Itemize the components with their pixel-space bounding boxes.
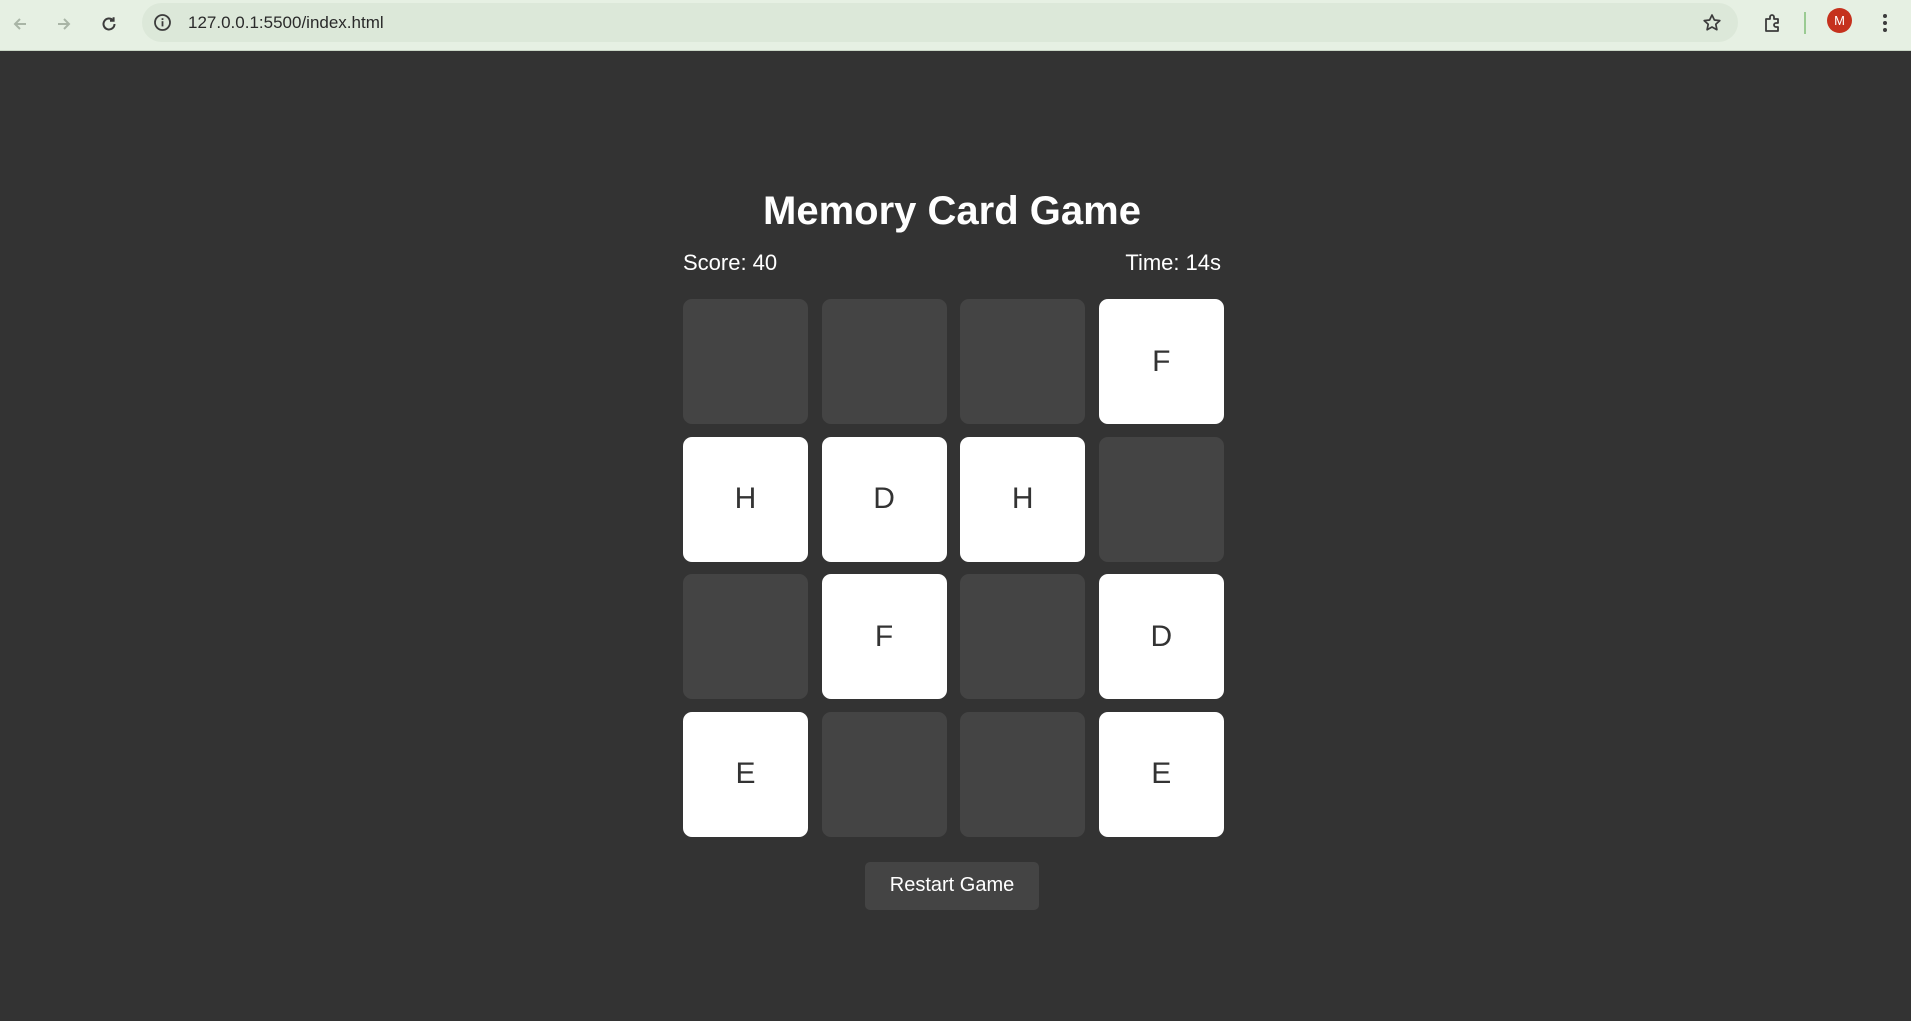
memory-card[interactable]: H <box>683 436 808 562</box>
memory-card[interactable] <box>683 574 808 699</box>
memory-card[interactable] <box>960 574 1086 699</box>
time-display: Time: 14s <box>1125 248 1221 278</box>
extensions-icon[interactable] <box>1758 8 1788 38</box>
memory-card[interactable]: E <box>1098 711 1224 837</box>
address-bar[interactable]: 127.0.0.1:5500/index.html <box>142 3 1738 42</box>
memory-card[interactable] <box>960 711 1086 837</box>
reload-icon <box>102 17 116 31</box>
score-label: Score: <box>683 250 747 275</box>
url-text[interactable]: 127.0.0.1:5500/index.html <box>188 13 384 33</box>
memory-card[interactable]: F <box>1098 299 1224 424</box>
page-title: Memory Card Game <box>763 189 1141 233</box>
site-info-icon[interactable] <box>152 12 173 33</box>
time-label: Time: <box>1125 250 1180 275</box>
memory-card[interactable]: D <box>821 436 947 562</box>
reload-button[interactable] <box>93 8 125 40</box>
score-display: Score: 40 <box>683 248 777 278</box>
arrow-right-icon <box>58 18 71 30</box>
toolbar-divider <box>1804 12 1806 34</box>
memory-card[interactable]: D <box>1098 574 1224 699</box>
page-viewport: Memory Card Game Score: 40 Time: 14s FHD… <box>0 51 1911 1021</box>
bookmark-star-icon[interactable] <box>1700 11 1724 35</box>
memory-card[interactable] <box>821 711 947 837</box>
back-button[interactable] <box>4 8 36 40</box>
card-grid: FHDHFDEE <box>683 299 1224 837</box>
restart-button[interactable]: Restart Game <box>865 861 1039 910</box>
memory-game: Memory Card Game Score: 40 Time: 14s FHD… <box>683 182 1224 910</box>
forward-button[interactable] <box>48 8 80 40</box>
memory-card[interactable] <box>821 299 947 424</box>
game-stats: Score: 40 Time: 14s <box>683 248 1221 278</box>
memory-card[interactable]: E <box>683 711 808 837</box>
more-menu-icon[interactable] <box>1872 8 1898 38</box>
memory-card[interactable]: F <box>821 574 947 699</box>
score-value: 40 <box>752 250 778 275</box>
memory-card[interactable] <box>960 299 1086 424</box>
memory-card[interactable] <box>1098 436 1224 562</box>
memory-card[interactable]: H <box>960 436 1086 562</box>
memory-card[interactable] <box>683 299 808 424</box>
time-value: 14s <box>1185 250 1221 275</box>
browser-toolbar: 127.0.0.1:5500/index.html M <box>0 0 1911 51</box>
arrow-left-icon <box>13 18 26 30</box>
profile-avatar[interactable]: M <box>1827 8 1852 33</box>
